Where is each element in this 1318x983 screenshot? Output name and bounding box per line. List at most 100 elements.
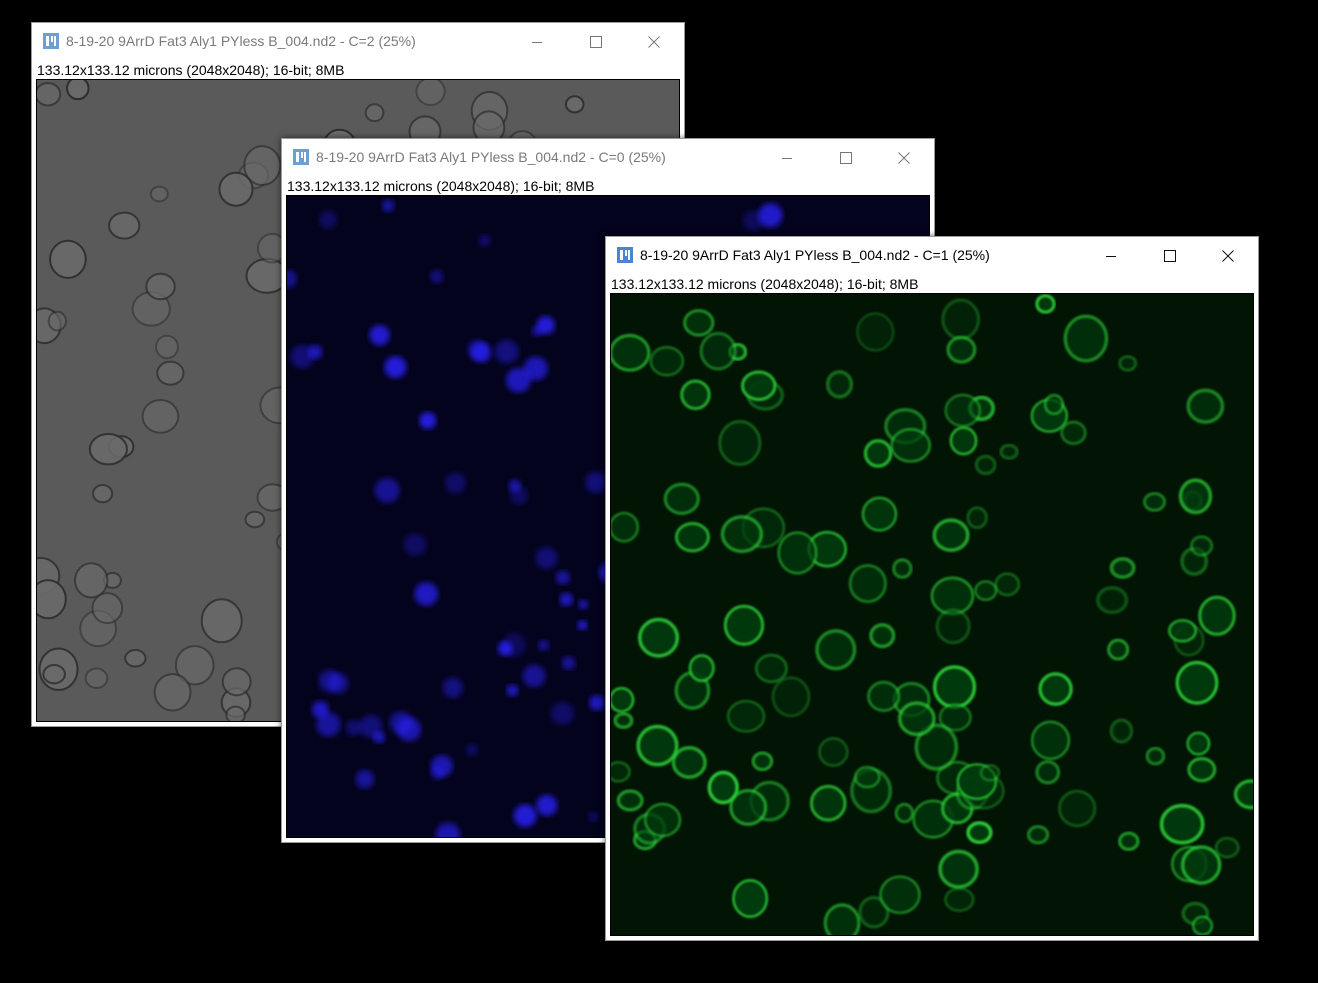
cell xyxy=(536,316,555,335)
cell xyxy=(564,95,585,114)
cell xyxy=(49,239,87,279)
cell xyxy=(470,342,492,363)
cell xyxy=(974,454,997,476)
cell xyxy=(466,743,479,756)
cell xyxy=(429,269,444,284)
cell xyxy=(894,802,915,824)
cell xyxy=(124,649,147,668)
cell xyxy=(588,812,598,822)
cell xyxy=(944,393,981,428)
cell xyxy=(898,701,936,737)
maximize-button[interactable] xyxy=(1147,241,1193,271)
cell xyxy=(823,903,861,935)
cell xyxy=(585,471,607,494)
cell xyxy=(513,804,537,828)
cell xyxy=(42,664,66,685)
cell xyxy=(994,572,1020,597)
imagej-icon xyxy=(293,149,309,165)
cell xyxy=(966,821,993,844)
cell xyxy=(1168,619,1197,643)
green-channel-image xyxy=(611,294,1253,935)
cell xyxy=(727,700,766,733)
cell xyxy=(680,379,711,410)
minimize-button[interactable] xyxy=(514,27,560,57)
cell xyxy=(729,789,768,826)
image-info: 133.12x133.12 microns (2048x2048); 16-bi… xyxy=(37,62,345,78)
close-icon xyxy=(1222,250,1234,262)
maximize-icon xyxy=(1164,250,1176,262)
cell xyxy=(1031,720,1070,760)
cell xyxy=(589,695,605,711)
cell xyxy=(502,632,526,657)
cell xyxy=(73,562,109,599)
cell xyxy=(37,81,62,107)
cell xyxy=(243,145,282,187)
minimize-button[interactable] xyxy=(764,143,810,173)
cell xyxy=(506,684,519,697)
cell xyxy=(944,887,975,912)
imagej-icon xyxy=(617,247,633,263)
image-canvas-green[interactable] xyxy=(610,293,1254,936)
cell xyxy=(671,746,707,779)
cell xyxy=(221,667,252,697)
cell xyxy=(1175,660,1219,705)
cell xyxy=(932,518,970,552)
cell xyxy=(966,506,988,529)
cell xyxy=(47,310,68,332)
cell xyxy=(91,592,124,625)
cell xyxy=(1190,535,1214,557)
cell xyxy=(848,564,887,603)
cell xyxy=(611,761,631,783)
cell xyxy=(345,719,362,736)
cell xyxy=(699,332,737,371)
minimize-icon xyxy=(782,158,792,159)
cell xyxy=(419,412,437,430)
title-bar[interactable]: 8-19-20 9ArrD Fat3 Aly1 PYless B_004.nd2… xyxy=(606,237,1258,274)
cell xyxy=(244,510,266,529)
cell xyxy=(522,664,546,688)
title-bar[interactable]: 8-19-20 9ArrD Fat3 Aly1 PYless B_004.nd2… xyxy=(32,23,684,60)
maximize-icon xyxy=(840,152,852,164)
cell xyxy=(949,426,978,456)
cell xyxy=(869,623,896,649)
close-button[interactable] xyxy=(881,143,927,173)
cell xyxy=(359,714,383,738)
cell xyxy=(145,272,176,301)
cell xyxy=(1181,845,1222,885)
cell xyxy=(1035,294,1056,314)
maximize-button[interactable] xyxy=(823,143,869,173)
cell xyxy=(613,712,634,730)
minimize-icon xyxy=(532,42,542,43)
cell xyxy=(397,717,421,742)
cell xyxy=(92,483,114,504)
cell xyxy=(1198,595,1236,636)
cell xyxy=(381,199,395,213)
cell xyxy=(826,370,853,399)
cell xyxy=(611,334,651,372)
cell xyxy=(559,592,574,607)
imagej-icon xyxy=(43,33,59,49)
title-bar[interactable]: 8-19-20 9ArrD Fat3 Aly1 PYless B_004.nd2… xyxy=(282,139,934,176)
cell xyxy=(287,269,297,288)
cell xyxy=(935,608,971,645)
maximize-icon xyxy=(590,36,602,48)
close-button[interactable] xyxy=(631,27,677,57)
minimize-button[interactable] xyxy=(1088,241,1134,271)
cell xyxy=(688,654,715,682)
cell xyxy=(1118,355,1137,372)
cell xyxy=(523,356,548,381)
cell xyxy=(384,356,407,379)
maximize-button[interactable] xyxy=(573,27,619,57)
cell xyxy=(1186,388,1225,424)
cell xyxy=(743,210,764,231)
cell xyxy=(611,687,635,713)
close-button[interactable] xyxy=(1205,241,1251,271)
cell xyxy=(741,370,777,401)
cell xyxy=(442,677,464,698)
cell xyxy=(355,769,375,789)
cell xyxy=(879,875,921,914)
cell xyxy=(414,582,439,606)
image-window-c1[interactable]: 8-19-20 9ArrD Fat3 Aly1 PYless B_004.nd2… xyxy=(605,236,1259,941)
cell xyxy=(1044,394,1065,415)
cell xyxy=(1192,915,1214,935)
